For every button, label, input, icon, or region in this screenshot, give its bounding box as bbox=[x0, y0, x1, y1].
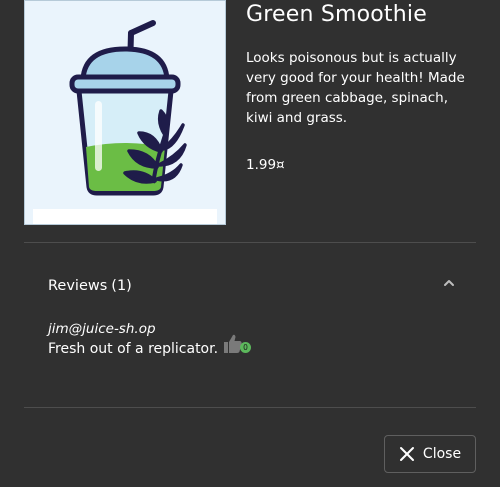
product-title: Green Smoothie bbox=[246, 2, 427, 27]
chevron-up-icon[interactable] bbox=[442, 276, 456, 290]
product-price: 1.99¤ bbox=[246, 157, 285, 173]
smoothie-cup-icon bbox=[25, 1, 225, 224]
reviews-expansion-header[interactable]: Reviews (1) bbox=[24, 262, 476, 312]
close-icon bbox=[399, 447, 414, 461]
review-item: jim@juice-sh.op Fresh out of a replicato… bbox=[48, 320, 308, 359]
close-label: Close bbox=[422, 446, 462, 462]
reviews-title: Reviews (1) bbox=[48, 278, 132, 294]
product-details-dialog: Green Smoothie Looks poisonous but is ac… bbox=[0, 0, 500, 487]
product-image bbox=[24, 0, 226, 225]
like-count-badge: 0 bbox=[240, 342, 251, 353]
product-description: Looks poisonous but is actually very goo… bbox=[246, 50, 465, 126]
reviews-count: (1) bbox=[111, 278, 132, 294]
review-text: Fresh out of a replicator. bbox=[48, 341, 219, 357]
divider bbox=[24, 407, 476, 408]
close-button[interactable]: Close bbox=[384, 435, 476, 473]
like-button[interactable]: 0 bbox=[222, 333, 254, 359]
reviews-label: Reviews bbox=[48, 278, 108, 294]
review-author: jim@juice-sh.op bbox=[48, 321, 156, 337]
divider bbox=[24, 242, 476, 243]
